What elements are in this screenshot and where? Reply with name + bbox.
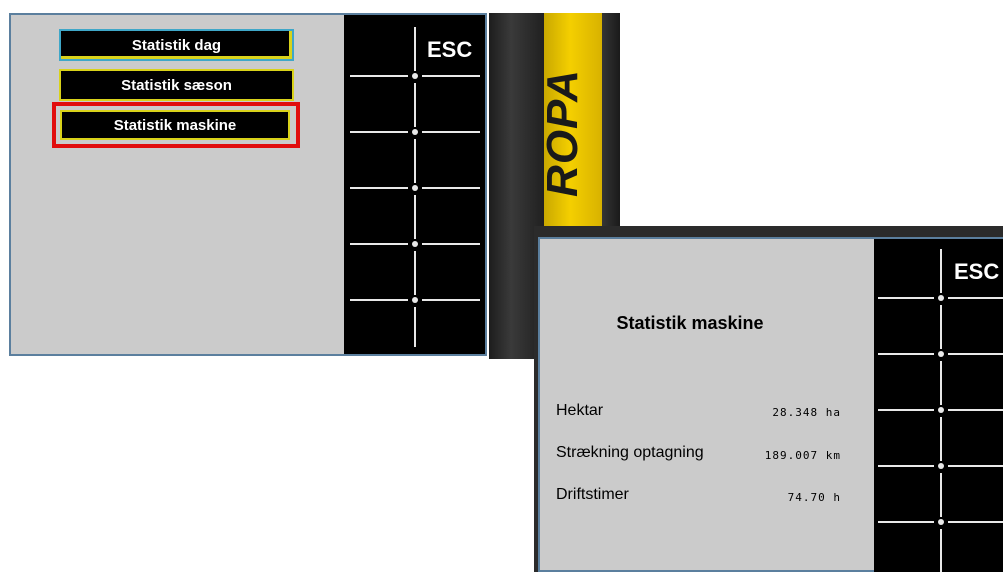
statistik-maskine-button[interactable]: Statistik maskine [60,110,290,140]
statistik-maskine-screen: Statistik maskine Hektar 28.348 ha Stræk… [538,237,1003,572]
softkey-node [938,295,944,301]
softkey-panel: ESC [874,239,1003,572]
softkey-panel: ESC [344,15,485,354]
softkey-separator [948,465,1003,467]
softkey-divider [940,417,942,461]
softkey-node [412,73,418,79]
softkey-separator [422,187,480,189]
softkey-node [412,185,418,191]
softkey-divider [940,361,942,405]
softkey-divider [414,139,416,183]
statistics-menu-screen: Statistik dag Statistik sæson Statistik … [9,13,487,356]
softkey-node [938,351,944,357]
softkey-divider [940,473,942,517]
softkey-separator [878,297,934,299]
softkey-separator [350,299,408,301]
softkey-divider [940,529,942,572]
softkey-node [412,129,418,135]
softkey-node [938,407,944,413]
softkey-divider [414,195,416,239]
softkey-node [412,297,418,303]
softkey-separator [878,353,934,355]
straekning-optagning-label: Strækning optagning [556,444,704,461]
softkey-separator [948,353,1003,355]
softkey-divider [414,307,416,347]
softkey-divider [940,249,942,293]
statistik-saeson-button[interactable]: Statistik sæson [59,69,294,101]
softkey-separator [350,243,408,245]
statistik-dag-button[interactable]: Statistik dag [59,29,294,61]
softkey-node [938,519,944,525]
softkey-separator [422,299,480,301]
hektar-value: 28.348 ha [772,406,841,419]
softkey-separator [948,409,1003,411]
softkey-separator [948,521,1003,523]
page-title: Statistik maskine [616,313,764,333]
softkey-separator [422,75,480,77]
selection-highlight: Statistik maskine [52,102,300,148]
softkey-separator [878,521,934,523]
softkey-divider [414,27,416,71]
softkey-divider [414,251,416,295]
esc-softkey[interactable]: ESC [954,259,999,285]
driftstimer-value: 74.70 h [787,491,841,504]
hektar-label: Hektar [556,402,604,419]
softkey-node [412,241,418,247]
softkey-divider [940,305,942,349]
ropa-logo: ROPA [538,69,587,197]
esc-softkey[interactable]: ESC [427,37,472,63]
softkey-separator [350,187,408,189]
softkey-separator [948,297,1003,299]
softkey-separator [878,409,934,411]
straekning-optagning-value: 189.007 km [764,449,841,462]
softkey-separator [350,131,408,133]
softkey-separator [350,75,408,77]
softkey-node [938,463,944,469]
softkey-separator [878,465,934,467]
driftstimer-label: Driftstimer [556,486,629,503]
softkey-separator [422,131,480,133]
softkey-separator [422,243,480,245]
softkey-divider [414,83,416,127]
